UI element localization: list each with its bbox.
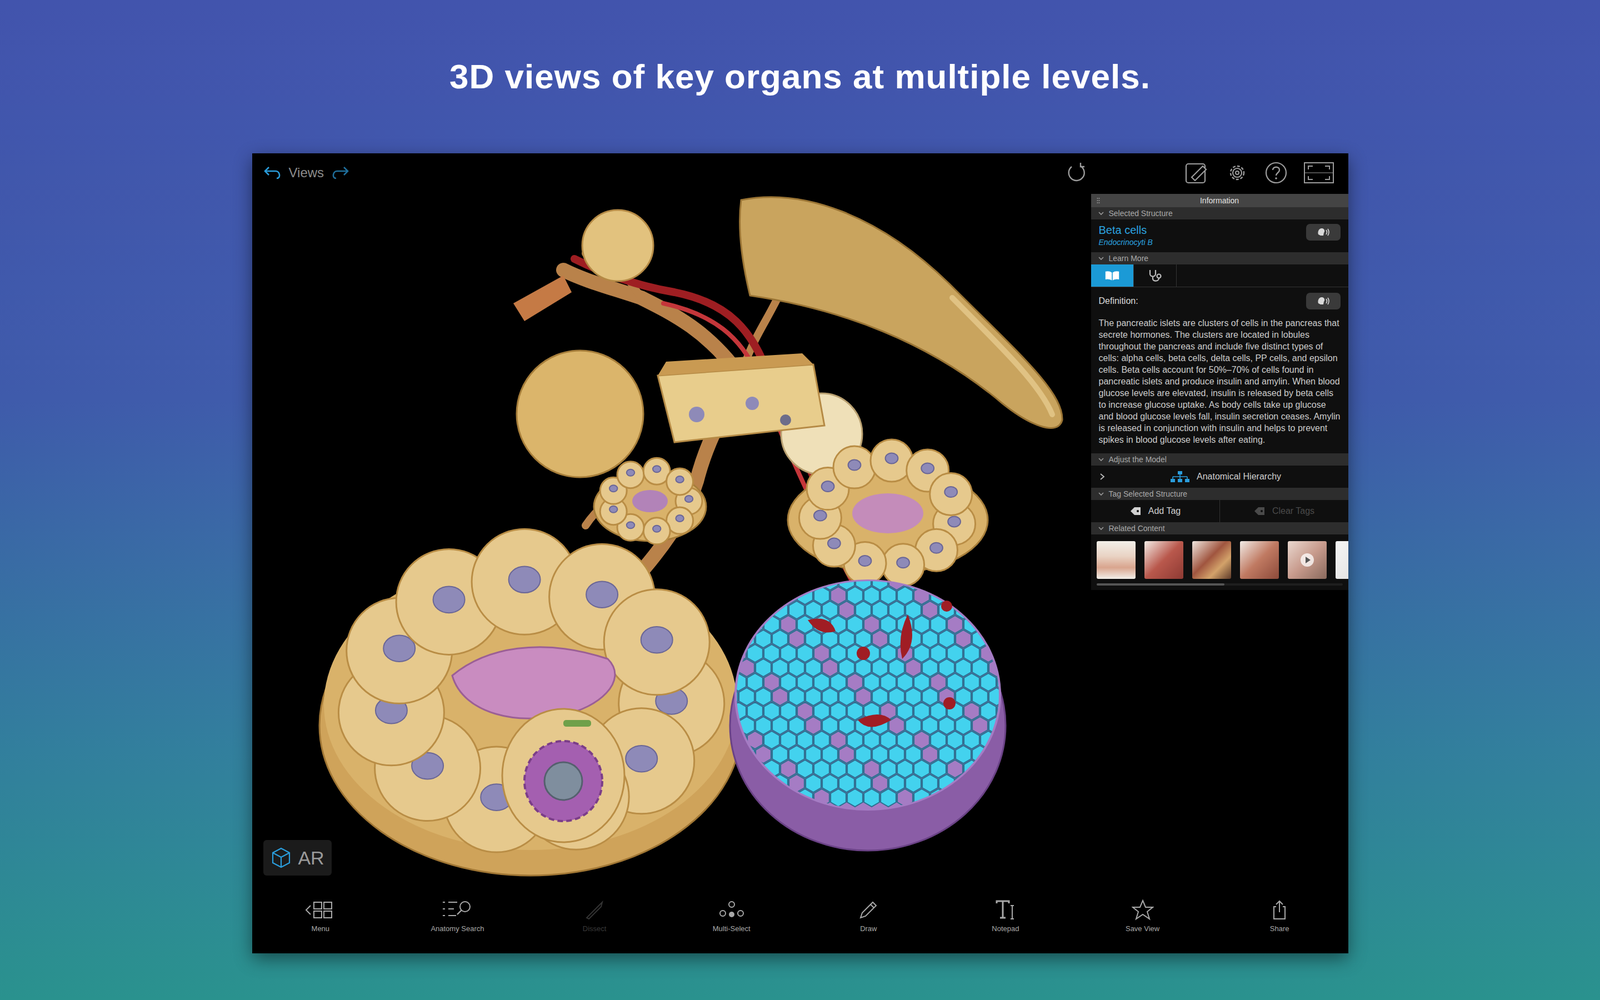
hierarchy-row[interactable]: Anatomical Hierarchy bbox=[1091, 465, 1349, 488]
ar-label: AR bbox=[297, 847, 324, 869]
learn-tab[interactable] bbox=[1133, 264, 1177, 287]
definition-label: Definition: bbox=[1098, 296, 1307, 307]
section-title: Tag Selected Structure bbox=[1108, 489, 1188, 499]
menu-button[interactable]: Menu bbox=[252, 898, 390, 933]
tag-button-label: Clear Tags bbox=[1272, 506, 1315, 517]
related-thumbnail[interactable] bbox=[1144, 541, 1184, 579]
anatomy-search-icon bbox=[440, 898, 474, 922]
section-title: Adjust the Model bbox=[1108, 455, 1167, 464]
ar-cube-icon bbox=[270, 846, 293, 869]
app-window: Views AR Information Selected Structure Beta… bbox=[252, 153, 1349, 954]
share-icon bbox=[1268, 898, 1291, 922]
chevron-icon[interactable] bbox=[1097, 210, 1105, 217]
hierarchy-icon bbox=[1170, 470, 1190, 483]
learn-tabs bbox=[1091, 264, 1349, 288]
structure-latin-name: Endocrinocyti B bbox=[1098, 237, 1301, 247]
related-thumbnail[interactable] bbox=[1335, 541, 1349, 579]
fullscreen-icon[interactable] bbox=[1302, 160, 1335, 185]
views-nav: Views bbox=[263, 165, 350, 181]
save-view-button[interactable]: Save View bbox=[1073, 898, 1212, 933]
panel-title-bar[interactable]: Information bbox=[1091, 193, 1349, 208]
panel-title: Information bbox=[1200, 196, 1239, 205]
tag-icon bbox=[1253, 506, 1266, 517]
stethoscope-icon bbox=[1146, 268, 1164, 283]
definition-header: Definition: bbox=[1091, 287, 1349, 312]
headline: 3D views of key organs at multiple level… bbox=[449, 55, 1151, 98]
related-thumbnail[interactable] bbox=[1192, 541, 1232, 579]
chevron-icon[interactable] bbox=[1097, 456, 1105, 463]
pronounce-button[interactable] bbox=[1306, 223, 1341, 241]
viewer[interactable]: AR Information Selected Structure Beta cell… bbox=[252, 192, 1349, 878]
related-thumbnail[interactable] bbox=[1287, 541, 1327, 579]
section-header[interactable]: Related Content bbox=[1091, 522, 1349, 535]
grip-icon[interactable] bbox=[1096, 197, 1100, 204]
multi-select-icon bbox=[717, 898, 746, 922]
play-icon bbox=[1300, 552, 1315, 568]
save-view-icon bbox=[1131, 898, 1154, 922]
chevron-icon[interactable] bbox=[1097, 490, 1105, 498]
bottom-toolbar: Menu Anatomy Search Dissect Multi-Select Dra… bbox=[252, 877, 1349, 954]
share-button[interactable]: Share bbox=[1211, 898, 1349, 933]
definition-text: The pancreatic islets are clusters of ce… bbox=[1091, 311, 1349, 454]
related-scrollbar[interactable] bbox=[1096, 583, 1343, 586]
speaker-icon bbox=[1316, 295, 1331, 307]
hierarchy-label: Anatomical Hierarchy bbox=[1196, 471, 1282, 482]
tag-actions: Add Tag Clear Tags bbox=[1091, 500, 1349, 523]
tool-label: Share bbox=[1270, 924, 1290, 933]
section-title: Selected Structure bbox=[1108, 208, 1173, 218]
tool-label: Anatomy Search bbox=[430, 924, 484, 933]
tool-label: Notepad bbox=[991, 924, 1019, 933]
book-icon bbox=[1103, 269, 1121, 282]
notepad-icon bbox=[994, 898, 1017, 922]
tool-label: Multi-Select bbox=[712, 924, 751, 933]
draw-icon bbox=[857, 898, 880, 922]
dissect-button[interactable]: Dissect bbox=[526, 898, 664, 933]
top-bar: Views bbox=[252, 153, 1349, 193]
structure-names: Beta cellsEndocrinocyti B bbox=[1098, 223, 1301, 247]
tool-label: Dissect bbox=[582, 924, 607, 933]
tag-icon bbox=[1129, 506, 1142, 517]
redo-icon[interactable] bbox=[329, 165, 350, 181]
hierarchy-content: Anatomical Hierarchy bbox=[1111, 470, 1341, 483]
related-thumbnails bbox=[1091, 534, 1349, 584]
pin-edit-icon[interactable] bbox=[1183, 160, 1211, 185]
refresh-icon[interactable] bbox=[1063, 160, 1089, 185]
scroll-thumb[interactable] bbox=[1096, 583, 1225, 586]
dissect-icon bbox=[583, 898, 606, 922]
section-title: Related Content bbox=[1108, 523, 1165, 533]
expand-chevron-icon[interactable] bbox=[1098, 472, 1106, 481]
tool-label: Draw bbox=[860, 924, 877, 933]
add-tag-button[interactable]: Add Tag bbox=[1091, 500, 1220, 523]
section-header[interactable]: Tag Selected Structure bbox=[1091, 487, 1349, 500]
help-icon[interactable] bbox=[1263, 160, 1289, 185]
tag-button-label: Add Tag bbox=[1148, 506, 1181, 517]
top-actions bbox=[1063, 160, 1338, 185]
learn-tab[interactable] bbox=[1091, 264, 1134, 287]
speaker-icon bbox=[1316, 226, 1331, 238]
section-header[interactable]: Learn More bbox=[1091, 252, 1349, 265]
tool-label: Save View bbox=[1125, 924, 1160, 933]
pronounce-button[interactable] bbox=[1306, 292, 1341, 310]
gear-icon[interactable] bbox=[1225, 160, 1250, 185]
section-title: Learn More bbox=[1108, 253, 1149, 263]
anatomy-search-button[interactable]: Anatomy Search bbox=[388, 898, 527, 933]
chevron-icon[interactable] bbox=[1097, 255, 1105, 262]
ar-button[interactable]: AR bbox=[263, 840, 332, 876]
section-header[interactable]: Adjust the Model bbox=[1091, 453, 1349, 466]
related-thumbnail[interactable] bbox=[1240, 541, 1279, 579]
notepad-button[interactable]: Notepad bbox=[937, 898, 1075, 933]
related-thumbnail[interactable] bbox=[1096, 541, 1136, 579]
menu-icon bbox=[303, 898, 338, 922]
structure-name: Beta cells bbox=[1098, 223, 1301, 237]
draw-button[interactable]: Draw bbox=[800, 898, 938, 933]
section-header[interactable]: Selected Structure bbox=[1091, 207, 1349, 220]
tool-label: Menu bbox=[311, 924, 330, 933]
info-panel: Information Selected Structure Beta cellsE… bbox=[1091, 193, 1349, 590]
clear-tags-button[interactable]: Clear Tags bbox=[1219, 500, 1349, 523]
selected-structure: Beta cellsEndocrinocyti B bbox=[1091, 219, 1349, 253]
undo-icon[interactable] bbox=[263, 165, 284, 181]
views-label: Views bbox=[288, 165, 325, 181]
chevron-icon[interactable] bbox=[1097, 525, 1105, 532]
multi-select-button[interactable]: Multi-Select bbox=[662, 898, 800, 933]
